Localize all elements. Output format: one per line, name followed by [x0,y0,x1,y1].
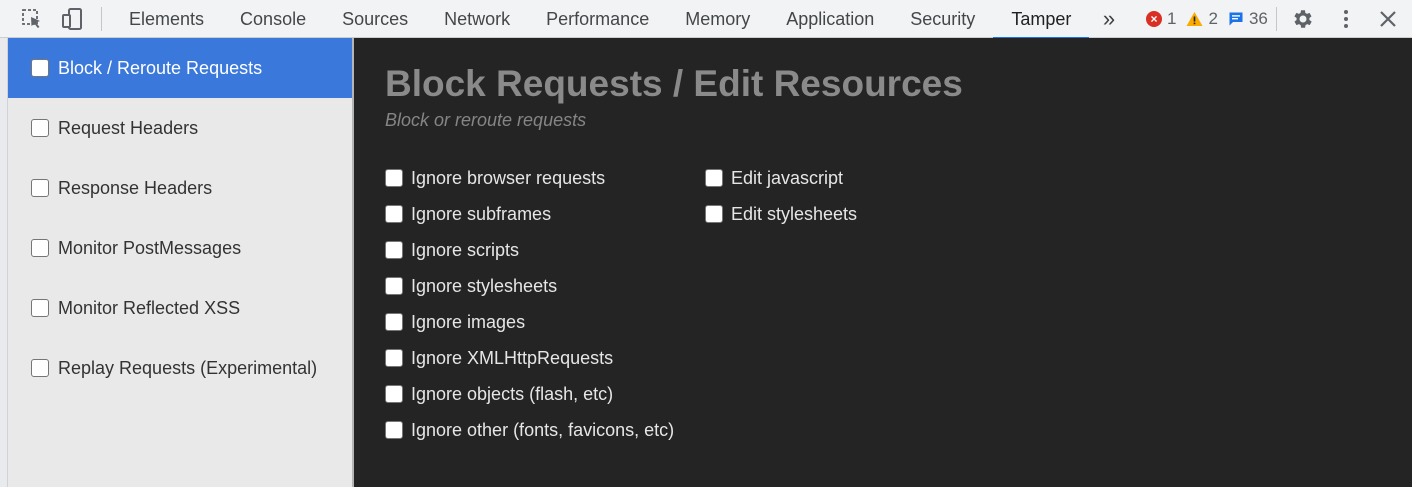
message-count: 36 [1248,9,1268,28]
checkbox[interactable] [385,421,403,439]
checkbox[interactable] [385,349,403,367]
option-ignore-subframes[interactable]: Ignore subframes [385,196,674,232]
sidebar-item-label: Monitor Reflected XSS [58,297,241,318]
tab-security[interactable]: Security [892,0,993,38]
sidebar-item-monitor-postmessages[interactable]: Monitor PostMessages [8,218,352,278]
sidebar-item-replay-requests[interactable]: Replay Requests (Experimental) [8,338,352,398]
checkbox[interactable] [385,205,403,223]
checkbox[interactable] [385,313,403,331]
tab-tamper[interactable]: Tamper [993,0,1090,39]
warning-icon [1186,12,1203,26]
checkbox[interactable] [31,59,49,77]
option-ignore-xmlhttprequests[interactable]: Ignore XMLHttpRequests [385,340,674,376]
error-icon: × [1146,11,1162,27]
devtools-toolbar: Elements Console Sources Network Perform… [0,0,1412,39]
sidebar-item-response-headers[interactable]: Response Headers [8,158,352,218]
drawer-edge [0,38,8,487]
message-counter[interactable]: 36 [1228,9,1268,29]
option-label: Edit javascript [731,167,844,188]
settings-gear-icon[interactable] [1290,6,1316,32]
option-edit-javascript[interactable]: Edit javascript [705,160,857,196]
option-ignore-images[interactable]: Ignore images [385,304,674,340]
sidebar-item-label: Response Headers [58,177,213,198]
option-label: Ignore other (fonts, favicons, etc) [411,419,675,440]
tab-performance[interactable]: Performance [528,0,667,38]
checkbox[interactable] [385,241,403,259]
option-ignore-browser-requests[interactable]: Ignore browser requests [385,160,674,196]
option-label: Ignore browser requests [411,167,606,188]
more-options-icon[interactable] [1333,6,1359,32]
sidebar-item-request-headers[interactable]: Request Headers [8,98,352,158]
option-edit-stylesheets[interactable]: Edit stylesheets [705,196,857,232]
tab-network[interactable]: Network [426,0,528,38]
checkbox[interactable] [31,239,49,257]
checkbox[interactable] [385,169,403,187]
edit-options-list: Edit javascript Edit stylesheets [705,160,857,232]
message-icon [1229,12,1243,26]
panel-tabs: Elements Console Sources Network Perform… [111,0,1090,39]
tab-elements[interactable]: Elements [111,0,222,38]
tab-console[interactable]: Console [222,0,324,38]
sidebar-item-label: Request Headers [58,117,199,138]
warning-counter[interactable]: 2 [1186,9,1218,29]
error-counter[interactable]: × 1 [1146,9,1176,29]
tab-memory[interactable]: Memory [667,0,768,38]
page-subtitle: Block or reroute requests [385,110,587,130]
device-toolbar-icon[interactable] [59,6,85,32]
checkbox[interactable] [385,277,403,295]
error-count: 1 [1167,9,1177,28]
option-label: Ignore XMLHttpRequests [411,347,614,368]
checkbox[interactable] [31,299,49,317]
close-icon[interactable] [1375,6,1401,32]
checkbox[interactable] [705,169,723,187]
more-tabs-button[interactable]: » [1096,6,1122,32]
option-label: Ignore subframes [411,203,552,224]
block-requests-panel: Block Requests / Edit Resources Block or… [354,38,1412,487]
tab-application[interactable]: Application [768,0,892,38]
sidebar-item-label: Monitor PostMessages [58,237,242,258]
option-label: Ignore objects (flash, etc) [411,383,614,404]
sidebar-item-label: Block / Reroute Requests [58,57,263,78]
sidebar-item-label: Replay Requests (Experimental) [58,357,318,378]
sidebar-item-block-reroute[interactable]: Block / Reroute Requests [8,38,352,98]
inspect-element-icon[interactable] [19,6,45,32]
tab-sources[interactable]: Sources [324,0,426,38]
option-ignore-stylesheets[interactable]: Ignore stylesheets [385,268,674,304]
checkbox[interactable] [31,359,49,377]
sidebar-item-monitor-reflected-xss[interactable]: Monitor Reflected XSS [8,278,352,338]
checkbox[interactable] [31,179,49,197]
issue-counters[interactable]: × 1 2 36 [1146,0,1272,38]
option-label: Ignore scripts [411,239,520,260]
option-ignore-other[interactable]: Ignore other (fonts, favicons, etc) [385,412,674,448]
option-label: Ignore images [411,311,526,332]
checkbox[interactable] [705,205,723,223]
tamper-sidebar: Block / Reroute Requests Request Headers… [8,38,354,487]
option-ignore-scripts[interactable]: Ignore scripts [385,232,674,268]
option-label: Edit stylesheets [731,203,858,224]
page-title: Block Requests / Edit Resources [385,63,963,104]
checkbox[interactable] [31,119,49,137]
warning-count: 2 [1208,9,1218,28]
option-ignore-objects[interactable]: Ignore objects (flash, etc) [385,376,674,412]
toolbar-divider [101,7,102,31]
ignore-options-list: Ignore browser requests Ignore subframes… [385,160,674,448]
option-label: Ignore stylesheets [411,275,558,296]
checkbox[interactable] [385,385,403,403]
toolbar-divider [1276,7,1277,31]
